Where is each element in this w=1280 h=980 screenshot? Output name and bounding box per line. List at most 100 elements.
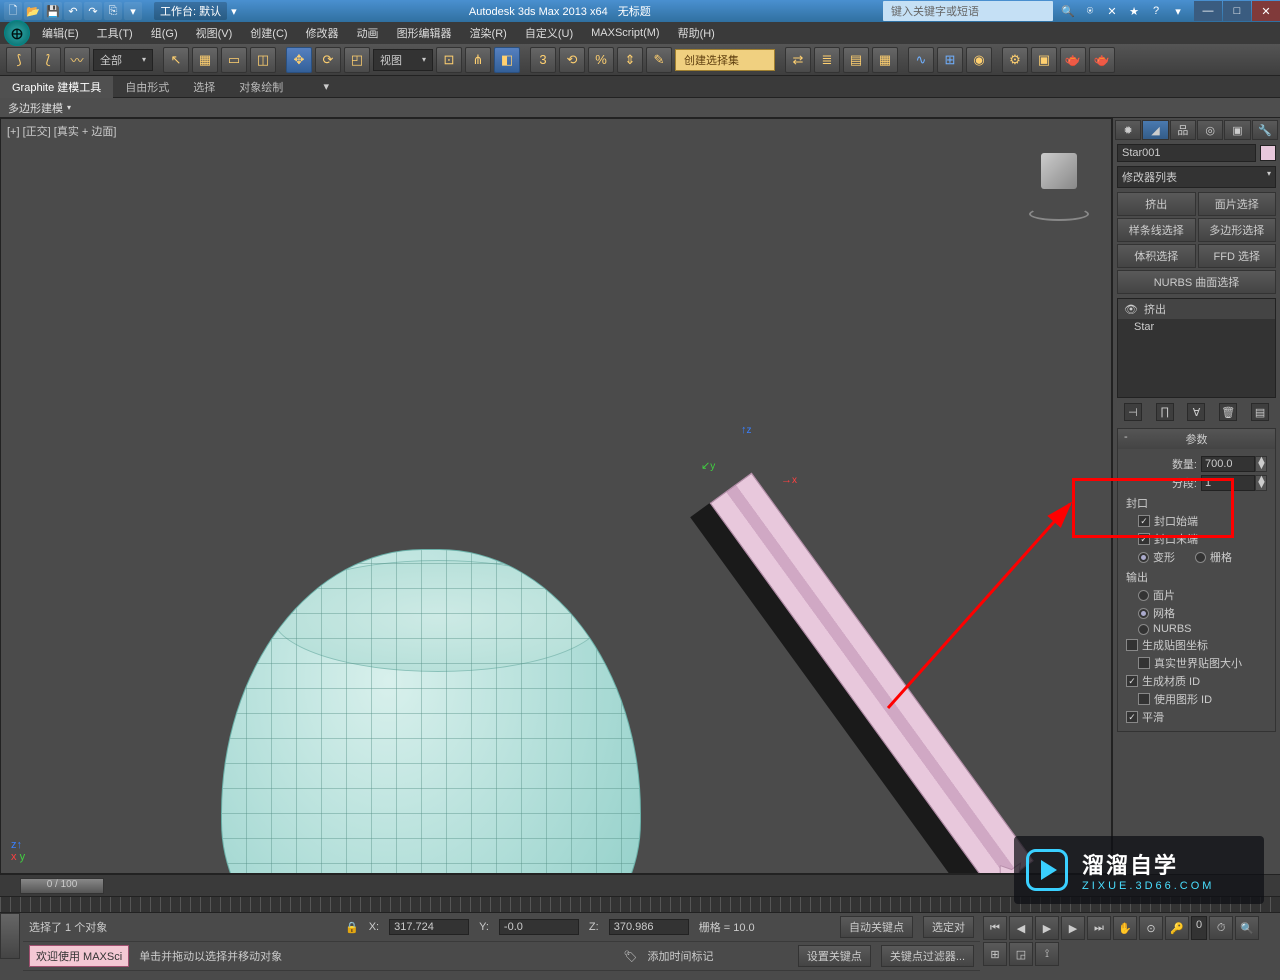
workspace-selector[interactable]: 工作台: 默认▾	[154, 2, 237, 20]
render-iterative-icon[interactable]: 🫖	[1089, 47, 1115, 73]
smooth-checkbox[interactable]	[1126, 711, 1138, 723]
material-editor-icon[interactable]: ◉	[966, 47, 992, 73]
align-icon[interactable]: ≣	[814, 47, 840, 73]
timetag-icon[interactable]: 🏷	[624, 950, 638, 963]
selection-filter[interactable]: 全部	[93, 49, 153, 71]
use-pivot-center-icon[interactable]: ⊡	[436, 47, 462, 73]
menu-create[interactable]: 创建(C)	[242, 22, 295, 44]
time-config-icon[interactable]: ⏱	[1209, 916, 1233, 940]
key-filters-button[interactable]: 关键点过滤器...	[881, 945, 974, 967]
prev-frame-icon[interactable]: ◀	[1009, 916, 1033, 940]
schematic-view-icon[interactable]: ⊞	[937, 47, 963, 73]
ribbon-expand-icon[interactable]: ▾	[315, 80, 337, 93]
next-frame-icon[interactable]: ▶	[1061, 916, 1085, 940]
help-dropdown-icon[interactable]: ▾	[1169, 2, 1187, 20]
close-button[interactable]: ✕	[1252, 1, 1280, 21]
graphite-ribbon-icon[interactable]: ▦	[872, 47, 898, 73]
infocenter-search[interactable]: 键入关键字或短语	[883, 1, 1053, 21]
use-shapeid-checkbox[interactable]	[1138, 693, 1150, 705]
configure-sets-icon[interactable]: ▤	[1251, 403, 1269, 421]
unlink-icon[interactable]: ⟅	[35, 47, 61, 73]
keyboard-shortcut-icon[interactable]: ◧	[494, 47, 520, 73]
display-tab-icon[interactable]: ▣	[1224, 120, 1250, 140]
output-nurbs-radio[interactable]	[1138, 624, 1149, 635]
modset-splinesel[interactable]: 样条线选择	[1117, 218, 1196, 242]
ref-coord-system[interactable]: 视图	[373, 49, 433, 71]
bind-spacewarp-icon[interactable]: 〰	[64, 47, 90, 73]
menu-modifiers[interactable]: 修改器	[298, 22, 347, 44]
subscription-icon[interactable]: ⍟	[1081, 2, 1099, 20]
snap-toggle-icon[interactable]: 3	[530, 47, 556, 73]
output-mesh-radio[interactable]	[1138, 608, 1149, 619]
viewport-label[interactable]: [+] [正交] [真实 + 边面]	[7, 123, 116, 139]
play-icon[interactable]: ▶	[1035, 916, 1059, 940]
undo-icon[interactable]: ↶	[64, 2, 82, 20]
modset-ffdsel[interactable]: FFD 选择	[1198, 244, 1277, 268]
viewcube[interactable]	[1027, 149, 1091, 213]
orbit-view-icon[interactable]: ⊙	[1139, 916, 1163, 940]
curve-editor-icon[interactable]: ∿	[908, 47, 934, 73]
rollout-header[interactable]: -参数	[1118, 429, 1275, 449]
auto-key-button[interactable]: 自动关键点	[840, 916, 913, 938]
select-manipulate-icon[interactable]: ⋔	[465, 47, 491, 73]
create-tab-icon[interactable]: ✹	[1115, 120, 1141, 140]
real-world-checkbox[interactable]	[1138, 657, 1150, 669]
zoom-icon[interactable]: 🔍	[1235, 916, 1259, 940]
new-icon[interactable]: 🗋	[4, 2, 22, 20]
select-object-icon[interactable]: ↖	[163, 47, 189, 73]
time-slider-handle[interactable]: 0 / 100	[20, 878, 104, 894]
grid-radio[interactable]	[1195, 552, 1206, 563]
angle-snap-icon[interactable]: ⟲	[559, 47, 585, 73]
viewport[interactable]: [+] [正交] [真实 + 边面] ↑z →x ↙y z↑x y	[0, 118, 1112, 874]
goto-start-icon[interactable]: ⏮	[983, 916, 1007, 940]
modifier-stack[interactable]: 👁挤出 Star	[1117, 298, 1276, 398]
goto-end-icon[interactable]: ⏭	[1087, 916, 1111, 940]
menu-edit[interactable]: 编辑(E)	[34, 22, 87, 44]
maxscript-listener[interactable]: 欢迎使用 MAXSci	[29, 945, 129, 967]
layer-manager-icon[interactable]: ▤	[843, 47, 869, 73]
link-icon[interactable]: ⎘	[104, 2, 122, 20]
render-production-icon[interactable]: 🫖	[1060, 47, 1086, 73]
gen-map-checkbox[interactable]	[1126, 639, 1138, 651]
gen-matid-checkbox[interactable]	[1126, 675, 1138, 687]
modify-tab-icon[interactable]: ◢	[1142, 120, 1168, 140]
move-icon[interactable]: ✥	[286, 47, 312, 73]
zoom-all-icon[interactable]: ⊞	[983, 942, 1007, 966]
modset-volsel[interactable]: 体积选择	[1117, 244, 1196, 268]
coord-y-field[interactable]: -0.0	[499, 919, 579, 935]
morph-radio[interactable]	[1138, 552, 1149, 563]
menu-animation[interactable]: 动画	[349, 22, 387, 44]
scene-object-lathe[interactable]	[221, 549, 641, 874]
menu-customize[interactable]: 自定义(U)	[517, 22, 581, 44]
mirror-icon[interactable]: ⇄	[785, 47, 811, 73]
ribbon-panel-label[interactable]: 多边形建模▾	[0, 98, 1280, 118]
add-time-tag[interactable]: 添加时间标记	[648, 948, 714, 964]
rotate-icon[interactable]: ⟳	[315, 47, 341, 73]
ribbon-tab-paint[interactable]: 对象绘制	[227, 76, 295, 98]
search-icon[interactable]: 🔍	[1059, 2, 1077, 20]
modset-patchsel[interactable]: 面片选择	[1198, 192, 1277, 216]
object-name-field[interactable]: Star001	[1117, 144, 1256, 162]
prompt-grip[interactable]	[0, 913, 20, 959]
menu-group[interactable]: 组(G)	[143, 22, 186, 44]
help-icon[interactable]: ?	[1147, 2, 1165, 20]
select-by-name-icon[interactable]: ▦	[192, 47, 218, 73]
modset-polysel[interactable]: 多边形选择	[1198, 218, 1277, 242]
modifier-list[interactable]: 修改器列表	[1117, 166, 1276, 188]
make-unique-icon[interactable]: ∀	[1187, 403, 1205, 421]
stack-eye-icon[interactable]: 👁	[1124, 303, 1138, 316]
window-crossing-icon[interactable]: ◫	[250, 47, 276, 73]
select-region-icon[interactable]: ▭	[221, 47, 247, 73]
render-setup-icon[interactable]: ⚙	[1002, 47, 1028, 73]
open-icon[interactable]: 📂	[24, 2, 42, 20]
pan-view-icon[interactable]: ✋	[1113, 916, 1137, 940]
show-end-result-icon[interactable]: ∏	[1156, 403, 1174, 421]
edit-named-sel-icon[interactable]: ✎	[646, 47, 672, 73]
coord-x-field[interactable]: 317.724	[389, 919, 469, 935]
menu-help[interactable]: 帮助(H)	[670, 22, 723, 44]
pin-stack-icon[interactable]: ⊣	[1124, 403, 1142, 421]
utilities-tab-icon[interactable]: 🔧	[1252, 120, 1278, 140]
selection-lock-button[interactable]: 选定对	[923, 916, 974, 938]
stack-base-item[interactable]: Star	[1118, 319, 1275, 335]
menu-views[interactable]: 视图(V)	[188, 22, 241, 44]
